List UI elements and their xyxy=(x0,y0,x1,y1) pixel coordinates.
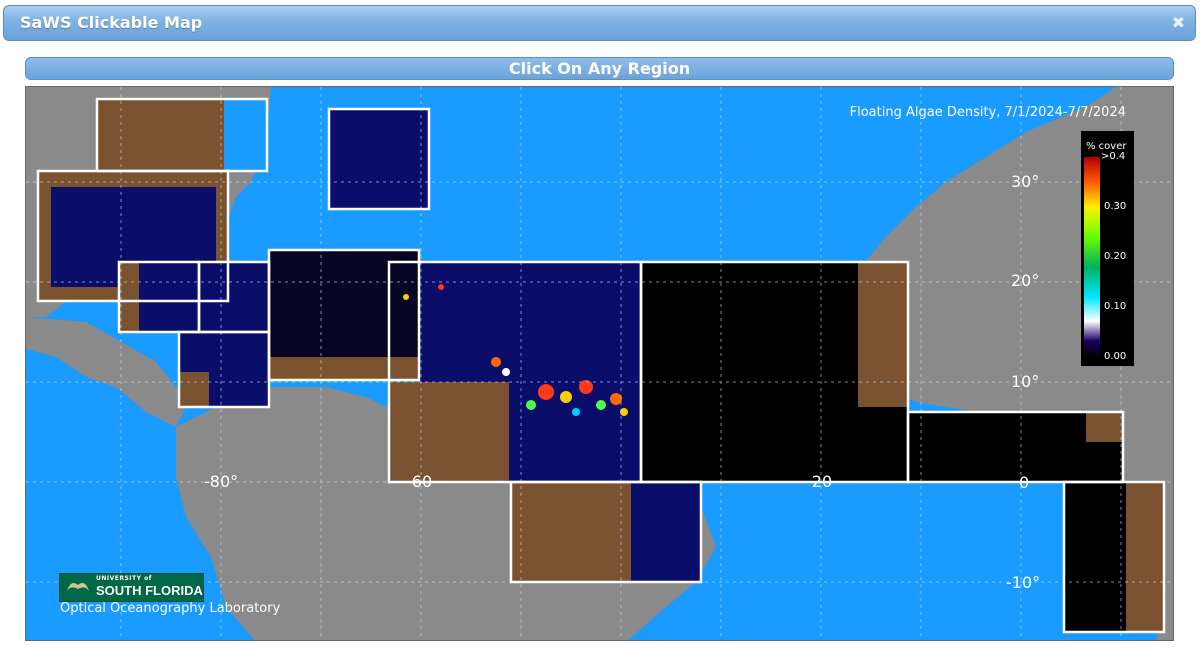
region-western-caribbean[interactable] xyxy=(117,260,201,334)
close-icon[interactable]: ✖ xyxy=(1172,13,1185,32)
region-cuba[interactable] xyxy=(197,260,271,334)
product-title: Floating Algae Density, 7/1/2024-7/7/202… xyxy=(850,105,1126,120)
region-central-atlantic[interactable] xyxy=(327,107,431,211)
lat-label-minus10: -10° xyxy=(1006,573,1040,592)
instruction-bar: Click On Any Region xyxy=(25,57,1174,80)
region-southeast-atlantic[interactable] xyxy=(1062,480,1166,634)
legend-tick-0: >0.4 xyxy=(1101,151,1125,162)
lon-label-20: -20 xyxy=(806,472,832,491)
bull-horns-icon xyxy=(67,583,89,591)
logo-pretext: UNIVERSITY of xyxy=(96,575,152,582)
dialog-title: SaWS Clickable Map xyxy=(20,13,203,32)
lab-name: Optical Oceanography Laboratory xyxy=(60,601,281,616)
lat-label-10: 10° xyxy=(1011,372,1039,391)
region-tropical-atlantic-west[interactable] xyxy=(387,260,643,484)
region-central-america[interactable] xyxy=(177,330,271,409)
lat-label-30: 30° xyxy=(1011,172,1039,191)
legend-tick-3: 0.10 xyxy=(1104,301,1126,312)
colorbar: % cover >0.4 0.30 0.20 0.10 0.00 xyxy=(1081,131,1134,366)
legend-tick-4: 0.00 xyxy=(1104,351,1126,362)
usf-logo: UNIVERSITY of SOUTH FLORIDA xyxy=(59,573,204,602)
dialog-titlebar: SaWS Clickable Map ✖ xyxy=(3,5,1196,41)
clickable-map[interactable]: Floating Algae Density, 7/1/2024-7/7/202… xyxy=(25,86,1174,641)
map-canvas: Floating Algae Density, 7/1/2024-7/7/202… xyxy=(26,87,1173,640)
legend-tick-2: 0.20 xyxy=(1104,251,1126,262)
lon-label-60: -60 xyxy=(406,472,432,491)
legend-tick-1: 0.30 xyxy=(1104,201,1126,212)
region-gulf-of-guinea[interactable] xyxy=(906,410,1125,484)
logo-main-text: SOUTH FLORIDA xyxy=(96,583,203,598)
lon-label-80: -80° xyxy=(204,472,238,491)
lat-label-20: 20° xyxy=(1011,271,1039,290)
lat-label-0: 0 xyxy=(1019,473,1029,492)
region-brazil[interactable] xyxy=(509,480,703,584)
region-tropical-atlantic-east[interactable] xyxy=(639,260,910,484)
region-florida-east-coast[interactable] xyxy=(95,97,269,173)
